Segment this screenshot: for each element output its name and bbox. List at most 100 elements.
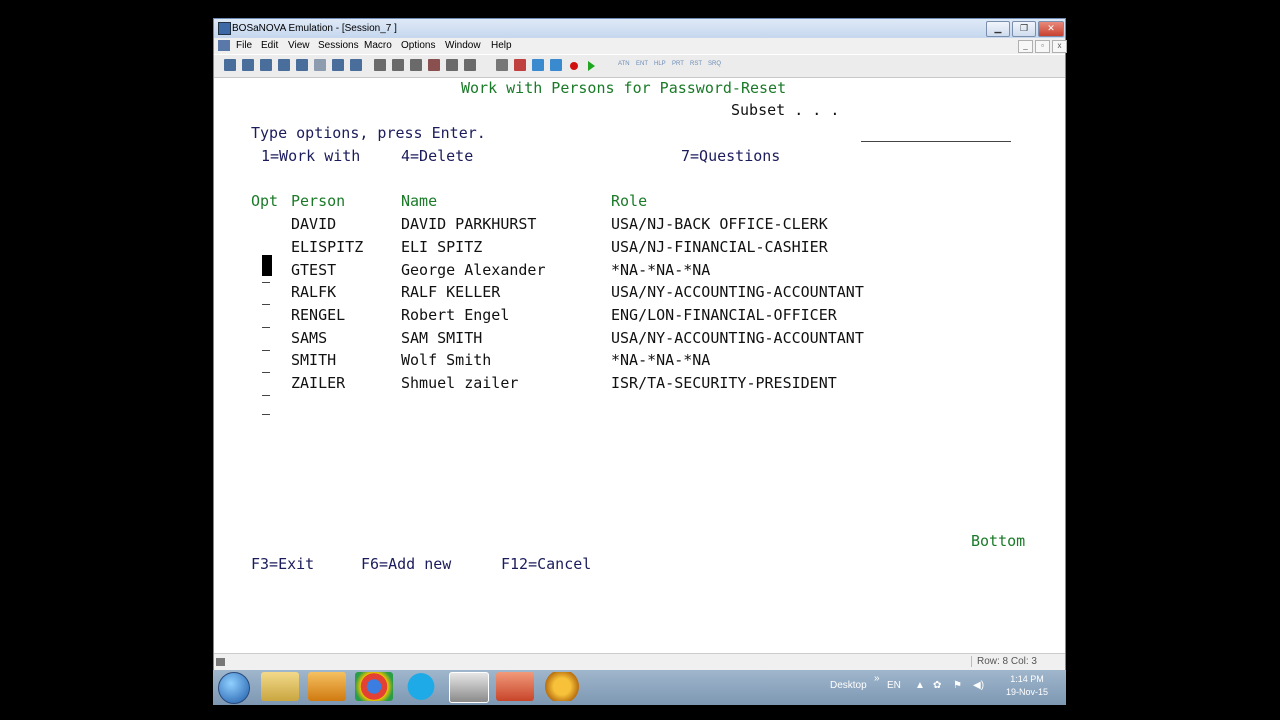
person-role: USA/NJ-BACK OFFICE-CLERK	[611, 215, 828, 233]
subset-input[interactable]	[861, 141, 1011, 142]
session-icon-4[interactable]	[278, 59, 290, 71]
person-id: ZAILER	[291, 374, 346, 392]
person-name: Shmuel zailer	[401, 374, 519, 392]
font-size-icon[interactable]	[550, 59, 562, 71]
bosanova-icon[interactable]	[449, 672, 489, 703]
person-name: RALF KELLER	[401, 283, 501, 301]
status-bar: Row: 8 Col: 3	[214, 653, 1065, 671]
session-icon-2[interactable]	[242, 59, 254, 71]
person-id: GTEST	[291, 261, 337, 279]
chrome-icon[interactable]	[355, 672, 393, 701]
transfer-icon-6[interactable]	[464, 59, 476, 71]
maximize-button[interactable]: ❐	[1012, 21, 1036, 37]
terminal-screen[interactable]: Work with Persons for Password-Reset Sub…	[215, 78, 1064, 652]
app-flower-icon[interactable]	[543, 672, 581, 701]
play-icon[interactable]	[588, 61, 595, 71]
menu-sessions[interactable]: Sessions	[318, 40, 359, 51]
option-input[interactable]	[262, 350, 270, 351]
session-icon-6[interactable]	[314, 59, 326, 71]
help-key-button[interactable]: HLP	[654, 61, 666, 67]
show-hidden-icons[interactable]: ▲	[915, 680, 925, 691]
close-button[interactable]: ✕	[1038, 21, 1064, 37]
person-name: SAM SMITH	[401, 329, 483, 347]
session-icon-3[interactable]	[260, 59, 272, 71]
person-role: USA/NY-ACCOUNTING-ACCOUNTANT	[611, 283, 864, 301]
header-role: Role	[611, 192, 648, 210]
record-icon[interactable]	[570, 62, 578, 70]
volume-icon[interactable]: ◀)	[973, 680, 984, 691]
explorer-icon[interactable]	[261, 672, 299, 701]
subset-label: Subset . . .	[731, 101, 840, 119]
option-input-cursor[interactable]	[262, 255, 272, 276]
menu-edit[interactable]: Edit	[261, 40, 278, 51]
f3-exit-key[interactable]: F3=Exit	[251, 555, 314, 573]
skype-icon[interactable]	[402, 672, 440, 701]
transfer-icon-3[interactable]	[410, 59, 422, 71]
edit-icon[interactable]	[514, 59, 526, 71]
minimize-button[interactable]: ▁	[986, 21, 1010, 37]
powerpoint-icon[interactable]	[496, 672, 534, 701]
person-role: ISR/TA-SECURITY-PRESIDENT	[611, 374, 837, 392]
start-button[interactable]	[218, 672, 250, 704]
flag-icon[interactable]: ⚑	[953, 680, 962, 691]
menu-macro[interactable]: Macro	[364, 40, 392, 51]
option-input[interactable]	[262, 372, 270, 373]
menu-view[interactable]: View	[288, 40, 310, 51]
person-role: *NA-*NA-*NA	[611, 351, 711, 369]
mdi-restore-button[interactable]: ▫	[1035, 40, 1050, 53]
transfer-icon-4[interactable]	[428, 59, 440, 71]
desktop-toolbar[interactable]: Desktop	[830, 680, 867, 691]
f12-cancel-key[interactable]: F12=Cancel	[501, 555, 591, 573]
sysreq-button[interactable]: SRQ	[708, 61, 721, 67]
option-input[interactable]	[262, 395, 270, 396]
transfer-icon-5[interactable]	[446, 59, 458, 71]
print-key-button[interactable]: PRT	[672, 61, 684, 67]
menu-window[interactable]: Window	[445, 40, 481, 51]
menu-help[interactable]: Help	[491, 40, 512, 51]
print-icon[interactable]	[496, 59, 508, 71]
clock[interactable]: 1:14 PM 19-Nov-15	[1006, 673, 1048, 699]
session-icon-7[interactable]	[332, 59, 344, 71]
person-name: ELI SPITZ	[401, 238, 483, 256]
instruction-text: Type options, press Enter.	[251, 124, 486, 142]
option-input[interactable]	[262, 304, 270, 305]
clock-time: 1:14 PM	[1010, 674, 1044, 684]
session-icon[interactable]	[218, 40, 230, 51]
reset-button[interactable]: RST	[690, 61, 702, 67]
menu-options[interactable]: Options	[401, 40, 435, 51]
person-id: ELISPITZ	[291, 238, 364, 256]
font-icon[interactable]	[532, 59, 544, 71]
network-icon[interactable]: ✿	[933, 680, 941, 691]
emulator-window: BOSaNOVA Emulation - [Session_7 ] ▁ ❐ ✕ …	[213, 18, 1067, 671]
person-id: RALFK	[291, 283, 337, 301]
connection-icon	[216, 658, 225, 666]
bottom-indicator: Bottom	[971, 532, 1026, 550]
person-role: USA/NY-ACCOUNTING-ACCOUNTANT	[611, 329, 864, 347]
mdi-close-button[interactable]: x	[1052, 40, 1067, 53]
option-input[interactable]	[262, 327, 270, 328]
person-name: George Alexander	[401, 261, 546, 279]
person-id: SMITH	[291, 351, 337, 369]
option-input[interactable]	[262, 414, 270, 415]
option-questions: 7=Questions	[681, 147, 781, 165]
outlook-icon[interactable]	[308, 672, 346, 701]
language-indicator[interactable]: EN	[887, 680, 901, 691]
menu-file[interactable]: File	[236, 40, 252, 51]
person-name: Wolf Smith	[401, 351, 492, 369]
f6-add-new-key[interactable]: F6=Add new	[361, 555, 451, 573]
option-input[interactable]	[262, 282, 270, 283]
person-name: DAVID PARKHURST	[401, 215, 537, 233]
transfer-icon-2[interactable]	[392, 59, 404, 71]
option-delete: 4=Delete	[401, 147, 474, 165]
option-work-with: 1=Work with	[261, 147, 361, 165]
transfer-icon-1[interactable]	[374, 59, 386, 71]
chevron-icon[interactable]: »	[874, 673, 880, 684]
session-icon-1[interactable]	[224, 59, 236, 71]
window-title: BOSaNOVA Emulation - [Session_7 ]	[232, 23, 397, 34]
title-bar[interactable]: BOSaNOVA Emulation - [Session_7 ] ▁ ❐ ✕	[214, 19, 1065, 38]
mdi-minimize-button[interactable]: _	[1018, 40, 1033, 53]
session-icon-8[interactable]	[350, 59, 362, 71]
attention-button[interactable]: ATN	[618, 61, 630, 67]
session-icon-5[interactable]	[296, 59, 308, 71]
enter-button[interactable]: ENT	[636, 61, 648, 67]
